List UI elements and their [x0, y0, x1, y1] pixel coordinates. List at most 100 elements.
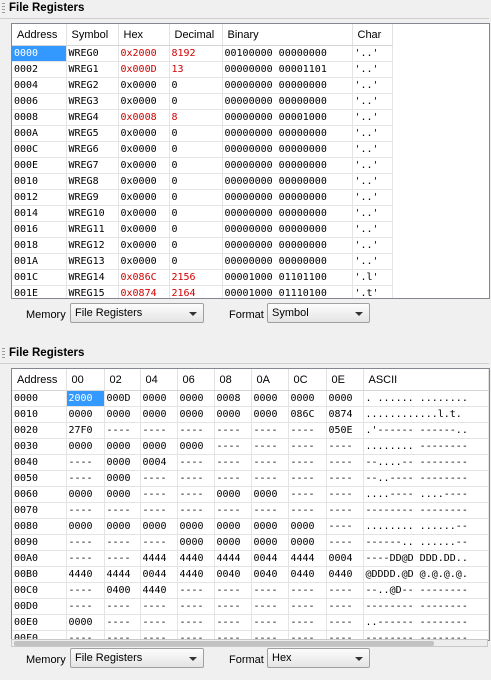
cell-word[interactable]: ---- [214, 422, 252, 439]
cell-char[interactable]: '..' [352, 157, 393, 174]
cell-word[interactable]: 0000 [251, 534, 289, 551]
cell-symbol[interactable]: WREG4 [66, 109, 119, 126]
cell-char[interactable]: '..' [352, 205, 393, 222]
table-row[interactable]: 0080 0000 0000 0000 0000 0000 0000 0000 ----....… [12, 518, 489, 535]
cell-word[interactable]: ---- [66, 598, 105, 615]
cell-binary[interactable]: 00000000 00001101 [222, 61, 353, 78]
table-row[interactable]: 0018 WREG12 0x0000 0 00000000 00000000 '..' [12, 237, 393, 254]
cell-symbol[interactable]: WREG9 [66, 189, 119, 206]
table-row[interactable]: 0004 WREG2 0x0000 0 00000000 00000000 '..' [12, 77, 393, 94]
cell-word[interactable]: ---- [104, 550, 141, 567]
cell-word[interactable]: 0000 [104, 518, 141, 535]
table-row[interactable]: 001E WREG15 0x0874 2164 00001000 01110100 '.t… [12, 285, 393, 298]
symbol-table[interactable]: Address Symbol Hex Decimal Binary Char 0000 WR… [11, 23, 490, 299]
table-row[interactable]: 0050 ---- 0000 ---- ---- ---- ---- ---- ---- --..… [12, 470, 489, 487]
cell-binary[interactable]: 00000000 00000000 [222, 93, 353, 110]
cell-word[interactable]: ---- [326, 470, 364, 487]
cell-word[interactable]: ---- [66, 550, 105, 567]
cell-address[interactable]: 001C [12, 269, 67, 286]
cell-word[interactable]: 0040 [214, 566, 252, 583]
cell-symbol[interactable]: WREG14 [66, 269, 119, 286]
cell-address[interactable]: 000E [12, 157, 67, 174]
table-row[interactable]: 0090 ---- ---- ---- 0000 0000 0000 0000 ---- ----… [12, 534, 489, 551]
cell-word[interactable]: ---- [214, 582, 252, 599]
cell-char[interactable]: '..' [352, 77, 393, 94]
cell-word[interactable]: 0044 [140, 566, 178, 583]
cell-word[interactable]: ---- [104, 614, 141, 631]
cell-decimal[interactable]: 2164 [169, 285, 223, 298]
cell-word[interactable]: ---- [326, 502, 364, 519]
hex-dump-table[interactable]: Address 00 02 04 06 08 0A 0C 0E ASCII 0000 2000 000… [11, 368, 490, 641]
table-row[interactable]: 000E WREG7 0x0000 0 00000000 00000000 '..' [12, 157, 393, 174]
cell-word[interactable]: 4444 [288, 550, 327, 567]
table-row[interactable]: 00B0 4440 4444 0044 4440 0040 0040 0440 0440 @DDD… [12, 566, 489, 583]
cell-word[interactable]: ---- [288, 486, 327, 503]
cell-word[interactable]: 086C [288, 406, 327, 423]
cell-hex[interactable]: 0x0000 [118, 253, 170, 270]
cell-word[interactable]: ---- [177, 614, 215, 631]
cell-ascii[interactable]: -------- -------- [363, 502, 489, 519]
cell-binary[interactable]: 00100000 00000000 [222, 45, 353, 62]
column-header[interactable]: Decimal [169, 24, 223, 46]
column-header[interactable]: Binary [222, 24, 353, 46]
cell-word[interactable]: ---- [326, 598, 364, 615]
table-row[interactable]: 0014 WREG10 0x0000 0 00000000 00000000 '..' [12, 205, 393, 222]
cell-address[interactable]: 00D0 [12, 598, 67, 615]
cell-address[interactable]: 0002 [12, 61, 67, 78]
table-row[interactable]: 000A WREG5 0x0000 0 00000000 00000000 '..' [12, 125, 393, 142]
format-select[interactable]: Symbol [267, 303, 370, 323]
cell-ascii[interactable]: ..------ -------- [363, 614, 489, 631]
table-row[interactable]: 00D0 ---- ---- ---- ---- ---- ---- ---- ---- ----… [12, 598, 489, 615]
cell-word[interactable]: ---- [66, 582, 105, 599]
table-row[interactable]: 0010 WREG8 0x0000 0 00000000 00000000 '..' [12, 173, 393, 190]
table-row[interactable]: 00E0 0000 ---- ---- ---- ---- ---- ---- ---- ..--… [12, 614, 489, 631]
cell-word[interactable]: 0000 [251, 486, 289, 503]
column-header[interactable]: 04 [140, 369, 178, 391]
cell-word[interactable]: ---- [326, 438, 364, 455]
cell-hex[interactable]: 0x0000 [118, 173, 170, 190]
cell-word[interactable]: 4444 [140, 550, 178, 567]
cell-hex[interactable]: 0x0000 [118, 157, 170, 174]
cell-decimal[interactable]: 0 [169, 141, 223, 158]
cell-ascii[interactable]: ........ -------- [363, 438, 489, 455]
cell-word[interactable]: 0000 [214, 486, 252, 503]
cell-decimal[interactable]: 0 [169, 125, 223, 142]
table-row[interactable]: 0000 WREG0 0x2000 8192 00100000 00000000 '..' [12, 45, 393, 62]
cell-word[interactable]: ---- [66, 454, 105, 471]
cell-word[interactable]: 0000 [177, 390, 215, 407]
cell-word[interactable]: 0000 [251, 390, 289, 407]
cell-hex[interactable]: 0x0000 [118, 205, 170, 222]
cell-symbol[interactable]: WREG11 [66, 221, 119, 238]
cell-word[interactable]: 0440 [288, 566, 327, 583]
cell-address[interactable]: 001A [12, 253, 67, 270]
cell-address[interactable]: 0000 [12, 45, 67, 62]
cell-address[interactable]: 00C0 [12, 582, 67, 599]
table-row[interactable]: 0070 ---- ---- ---- ---- ---- ---- ---- ---- ----… [12, 502, 489, 519]
column-header[interactable]: Hex [118, 24, 170, 46]
cell-char[interactable]: '.t' [352, 285, 393, 298]
cell-address[interactable]: 0050 [12, 470, 67, 487]
cell-char[interactable]: '..' [352, 93, 393, 110]
cell-word[interactable]: 0040 [251, 566, 289, 583]
cell-word[interactable]: ---- [251, 582, 289, 599]
cell-ascii[interactable]: ------.. ......-- [363, 534, 489, 551]
cell-binary[interactable]: 00001000 01110100 [222, 285, 353, 298]
cell-ascii[interactable]: .'------ ------.. [363, 422, 489, 439]
cell-word[interactable]: 0000 [288, 518, 327, 535]
cell-word[interactable]: ---- [251, 614, 289, 631]
column-header[interactable]: Char [352, 24, 393, 46]
cell-word[interactable]: ---- [214, 598, 252, 615]
cell-binary[interactable]: 00000000 00000000 [222, 221, 353, 238]
cell-char[interactable]: '..' [352, 61, 393, 78]
cell-char[interactable]: '..' [352, 173, 393, 190]
cell-word[interactable]: ---- [104, 422, 141, 439]
column-header[interactable]: Address [12, 24, 67, 46]
cell-char[interactable]: '..' [352, 109, 393, 126]
column-header[interactable]: 02 [104, 369, 141, 391]
cell-word[interactable]: 0874 [326, 406, 364, 423]
table-row[interactable]: 0006 WREG3 0x0000 0 00000000 00000000 '..' [12, 93, 393, 110]
table-row[interactable]: 00A0 ---- ---- 4444 4440 4444 0044 4444 0004 ----… [12, 550, 489, 567]
format-select[interactable]: Hex [267, 648, 370, 668]
cell-word[interactable]: ---- [326, 534, 364, 551]
cell-word[interactable]: ---- [140, 502, 178, 519]
